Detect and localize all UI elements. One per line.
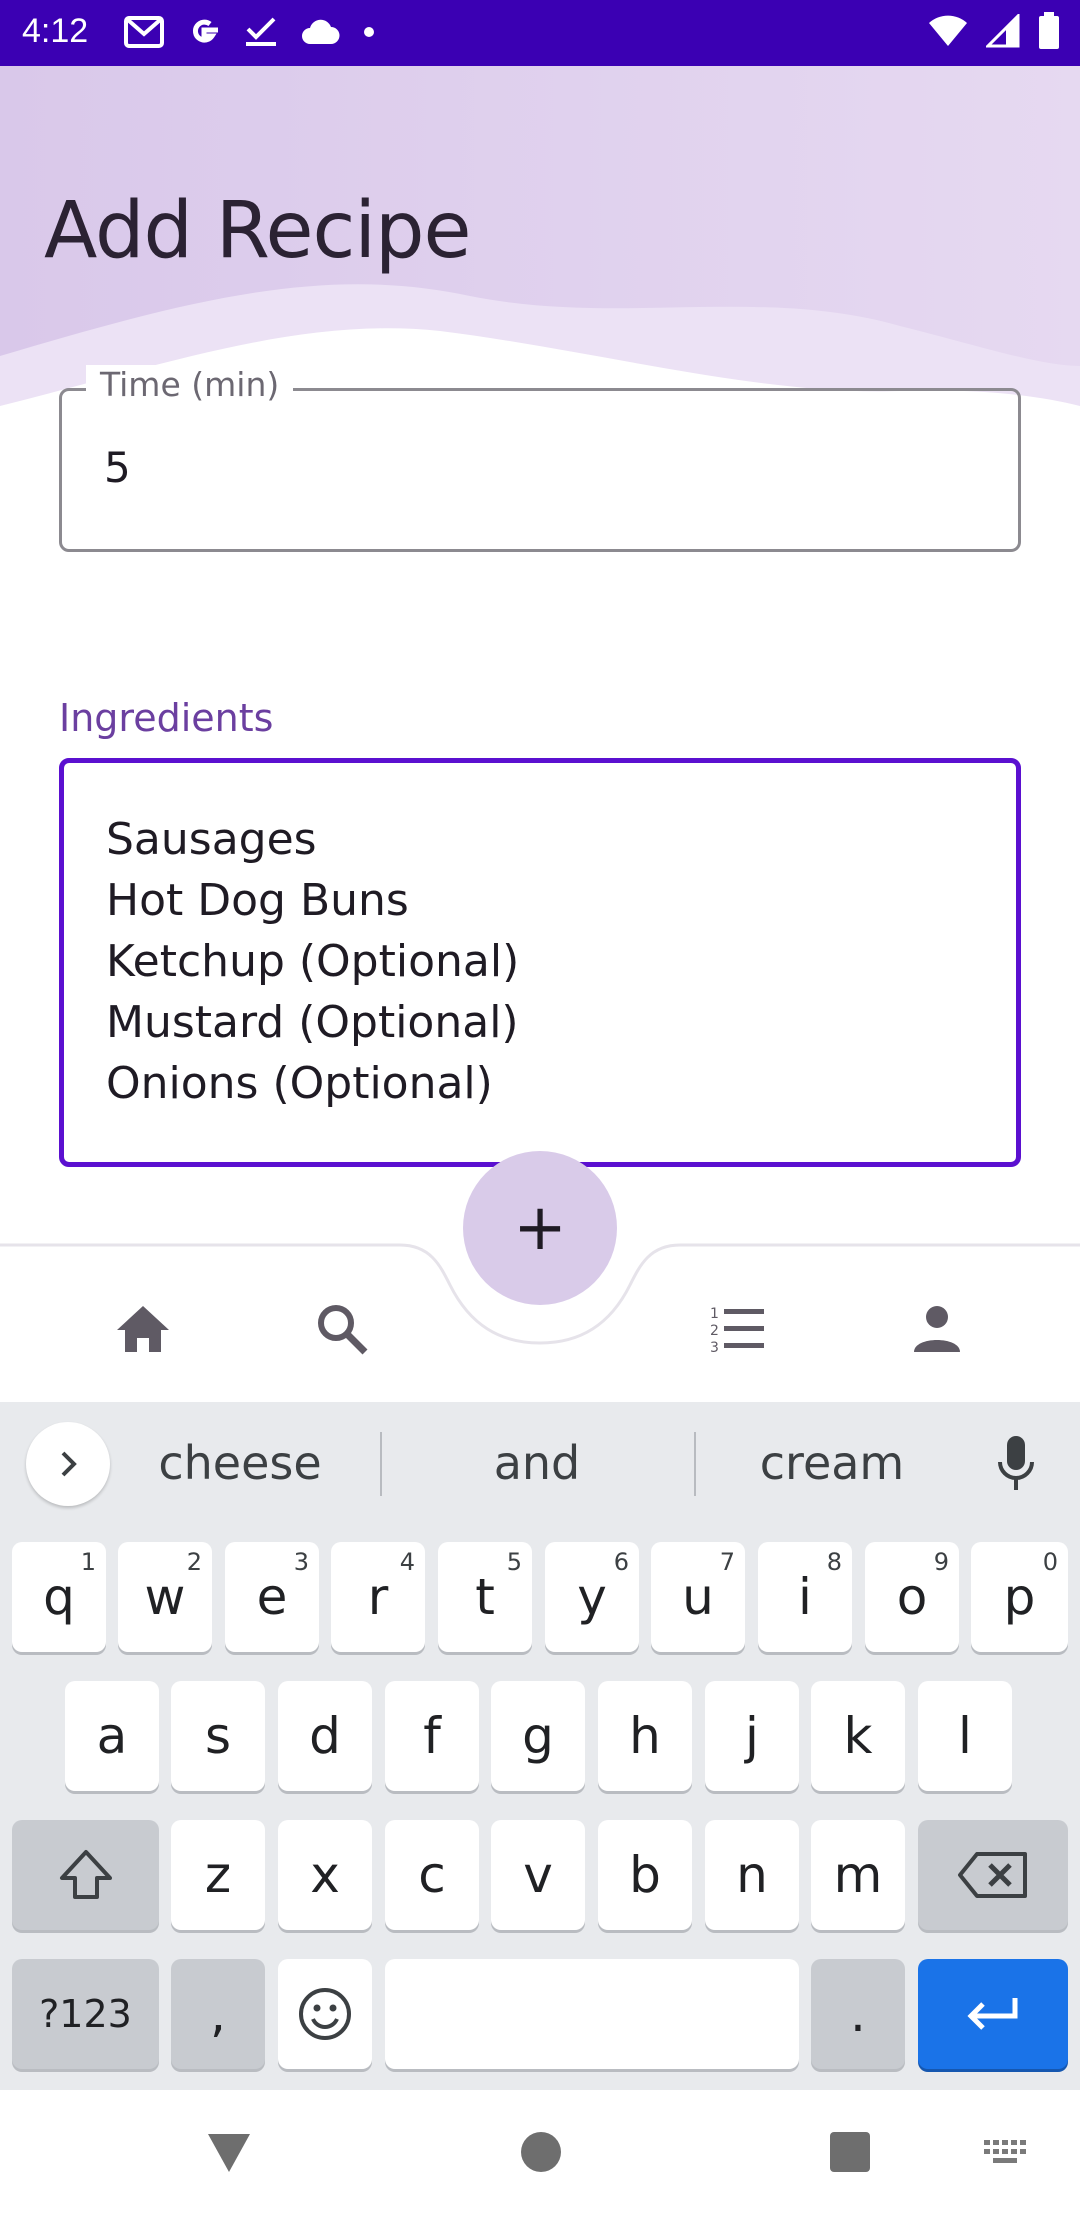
add-fab-button[interactable]: +: [463, 1151, 617, 1305]
keyboard: cheese and cream q1 w2 e3 r4 t5 y6 u7 i8…: [0, 1402, 1080, 2090]
ingredient-line: Sausages: [106, 814, 317, 865]
cloud-icon: [300, 18, 340, 46]
backspace-key[interactable]: [918, 1820, 1068, 1930]
keyboard-switch-icon[interactable]: [984, 2140, 1028, 2174]
system-navigation-bar: [0, 2090, 1080, 2220]
key-h[interactable]: h: [598, 1681, 692, 1791]
list-numbered-icon[interactable]: 123: [708, 1299, 768, 1359]
key-f[interactable]: f: [385, 1681, 479, 1791]
key-j[interactable]: j: [705, 1681, 799, 1791]
home-circle-icon[interactable]: [519, 2130, 563, 2178]
time-field-value[interactable]: 5: [104, 443, 131, 492]
system-status-icons: [928, 12, 1060, 50]
key-v[interactable]: v: [491, 1820, 585, 1930]
key-u[interactable]: u7: [651, 1542, 745, 1652]
ingredient-line: Mustard (Optional): [106, 997, 519, 1048]
microphone-icon[interactable]: [996, 1434, 1036, 1498]
recents-icon[interactable]: [828, 2130, 872, 2178]
expand-suggestions-button[interactable]: [26, 1422, 110, 1506]
wifi-icon: [928, 14, 968, 48]
key-d[interactable]: d: [278, 1681, 372, 1791]
shift-arrow-icon: [59, 1850, 112, 1899]
key-g[interactable]: g: [491, 1681, 585, 1791]
suggestion-strip: cheese and cream: [0, 1402, 1080, 1526]
space-key[interactable]: [385, 1959, 799, 2069]
ingredient-line: Onions (Optional): [106, 1058, 493, 1109]
key-x[interactable]: x: [278, 1820, 372, 1930]
page-title: Add Recipe: [44, 186, 472, 276]
chevron-right-icon: [61, 1451, 77, 1477]
suggestion-3[interactable]: cream: [732, 1436, 932, 1490]
key-p[interactable]: p0: [971, 1542, 1068, 1652]
notification-icons: [124, 14, 376, 50]
key-l[interactable]: l: [918, 1681, 1012, 1791]
key-m[interactable]: m: [811, 1820, 905, 1930]
key-t[interactable]: t5: [438, 1542, 532, 1652]
key-z[interactable]: z: [171, 1820, 265, 1930]
key-c[interactable]: c: [385, 1820, 479, 1930]
key-w[interactable]: w2: [118, 1542, 212, 1652]
svg-text:2: 2: [710, 1323, 719, 1339]
key-a[interactable]: a: [65, 1681, 159, 1791]
key-q[interactable]: q1: [12, 1542, 106, 1652]
svg-text:3: 3: [710, 1340, 719, 1354]
ingredient-line: Hot Dog Buns: [106, 875, 409, 926]
key-o[interactable]: o9: [865, 1542, 959, 1652]
period-key[interactable]: .: [811, 1959, 905, 2069]
enter-arrow-icon: [967, 1998, 1018, 2030]
suggestion-1[interactable]: cheese: [140, 1436, 340, 1490]
dot-icon: [362, 25, 376, 39]
time-field[interactable]: Time (min) 5: [59, 365, 1021, 552]
status-bar: 4:12: [0, 0, 1080, 66]
svg-text:1: 1: [710, 1306, 719, 1322]
ingredients-list: Sausages Hot Dog Buns Ketchup (Optional)…: [106, 809, 519, 1114]
key-y[interactable]: y6: [545, 1542, 639, 1652]
emoji-icon: [299, 1988, 351, 2040]
person-icon[interactable]: [907, 1299, 967, 1359]
shift-key[interactable]: [12, 1820, 159, 1930]
key-r[interactable]: r4: [331, 1542, 425, 1652]
back-icon[interactable]: [206, 2130, 252, 2178]
status-time: 4:12: [22, 12, 89, 50]
suggestion-divider: [380, 1432, 382, 1496]
backspace-icon: [958, 1852, 1027, 1898]
symbols-key[interactable]: ?123: [12, 1959, 159, 2069]
ingredients-label: Ingredients: [59, 696, 274, 740]
key-e[interactable]: e3: [225, 1542, 319, 1652]
key-n[interactable]: n: [705, 1820, 799, 1930]
battery-icon: [1038, 12, 1060, 50]
key-k[interactable]: k: [811, 1681, 905, 1791]
key-i[interactable]: i8: [758, 1542, 852, 1652]
ingredients-textarea[interactable]: Sausages Hot Dog Buns Ketchup (Optional)…: [59, 758, 1021, 1167]
suggestion-2[interactable]: and: [437, 1436, 637, 1490]
gmail-icon: [124, 15, 164, 49]
tasks-check-icon: [244, 15, 278, 49]
key-s[interactable]: s: [171, 1681, 265, 1791]
search-icon[interactable]: [312, 1299, 372, 1359]
home-icon[interactable]: [113, 1299, 173, 1359]
key-b[interactable]: b: [598, 1820, 692, 1930]
time-field-label: Time (min): [86, 365, 294, 404]
suggestion-divider: [694, 1432, 696, 1496]
signal-icon: [986, 14, 1020, 48]
ingredient-line: Ketchup (Optional): [106, 936, 520, 987]
comma-key[interactable]: ,: [171, 1959, 265, 2069]
google-icon: [186, 14, 222, 50]
enter-key[interactable]: [918, 1959, 1068, 2069]
emoji-key[interactable]: [278, 1959, 372, 2069]
